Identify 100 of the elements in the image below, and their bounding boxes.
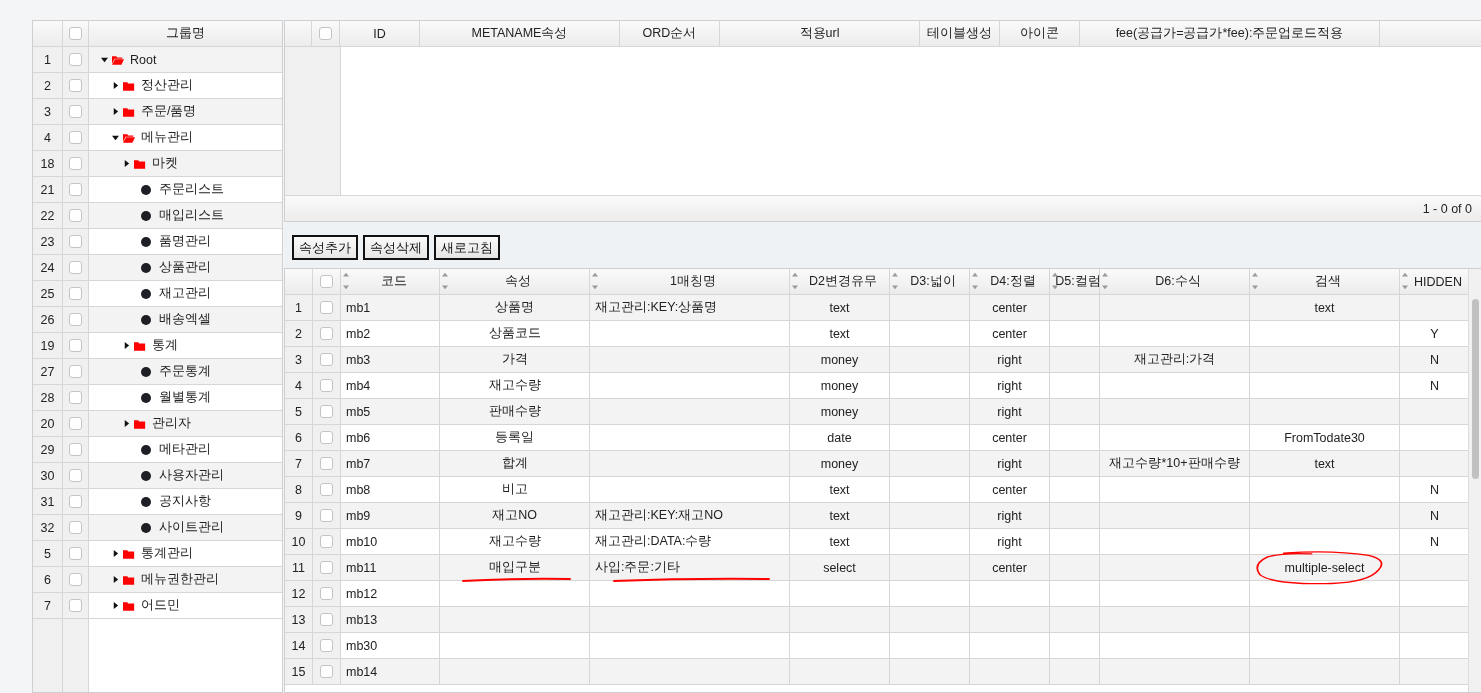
row-checkbox[interactable] [320, 405, 333, 418]
row-checkbox[interactable] [320, 483, 333, 496]
row-checkbox[interactable] [320, 379, 333, 392]
caret-down-icon[interactable] [112, 134, 119, 141]
row-checkbox[interactable] [320, 587, 333, 600]
caret-right-icon[interactable] [123, 420, 130, 427]
row-checkbox[interactable] [69, 469, 82, 482]
sort-arrows-icon[interactable] [1052, 271, 1058, 291]
column-header[interactable]: 그룹명 [89, 21, 282, 46]
row-checkbox[interactable] [320, 613, 333, 626]
row-checkbox[interactable] [69, 573, 82, 586]
tree-item[interactable]: 통계 [152, 337, 178, 354]
toolbar-button[interactable]: 속성삭제 [363, 234, 429, 260]
tree-item[interactable]: 공지사항 [159, 493, 211, 510]
tree-item[interactable]: 품명관리 [159, 233, 211, 250]
row-checkbox[interactable] [69, 443, 82, 456]
select-all-checkbox[interactable] [69, 27, 82, 40]
tree-item[interactable]: 메뉴관리 [141, 129, 193, 146]
row-checkbox[interactable] [320, 665, 333, 678]
sort-arrows-icon[interactable] [592, 271, 598, 291]
row-checkbox[interactable] [69, 261, 82, 274]
vertical-scrollbar[interactable] [1468, 269, 1481, 692]
tree-item[interactable]: 관리자 [152, 415, 191, 432]
row-checkbox[interactable] [320, 535, 333, 548]
sort-arrows-icon[interactable] [892, 271, 898, 291]
tree-item[interactable]: 재고관리 [159, 285, 211, 302]
column-header[interactable]: 코드 [341, 269, 440, 294]
column-header[interactable]: fee(공급가=공급가*fee):주문업로드적용 [1080, 21, 1380, 46]
tree-item[interactable]: 주문리스트 [159, 181, 224, 198]
caret-down-icon[interactable] [101, 56, 108, 63]
row-checkbox[interactable] [69, 53, 82, 66]
caret-right-icon[interactable] [123, 160, 130, 167]
tree-item[interactable]: 주문/품명 [141, 103, 197, 120]
caret-right-icon[interactable] [112, 602, 119, 609]
row-checkbox[interactable] [320, 561, 333, 574]
select-all-checkbox[interactable] [320, 275, 333, 288]
row-checkbox[interactable] [69, 105, 82, 118]
tree-item[interactable]: Root [130, 52, 157, 67]
column-header[interactable]: 테이블생성 [920, 21, 1000, 46]
row-checkbox[interactable] [69, 79, 82, 92]
tree-item[interactable]: 통계관리 [141, 545, 193, 562]
column-header[interactable]: D2변경유무 [790, 269, 890, 294]
select-all-checkbox[interactable] [319, 27, 332, 40]
column-header[interactable]: ID [340, 21, 420, 46]
column-header[interactable]: HIDDEN [1400, 269, 1468, 294]
column-header[interactable]: METANAME속성 [420, 21, 620, 46]
row-checkbox[interactable] [69, 365, 82, 378]
row-checkbox[interactable] [69, 521, 82, 534]
toolbar-button[interactable]: 속성추가 [292, 234, 358, 260]
row-checkbox[interactable] [69, 599, 82, 612]
row-checkbox[interactable] [320, 509, 333, 522]
caret-right-icon[interactable] [123, 342, 130, 349]
row-checkbox[interactable] [69, 417, 82, 430]
row-checkbox[interactable] [69, 495, 82, 508]
column-header[interactable]: 검색 [1250, 269, 1400, 294]
row-checkbox[interactable] [69, 183, 82, 196]
column-header[interactable]: D3:넓이 [890, 269, 970, 294]
row-checkbox[interactable] [69, 287, 82, 300]
column-header[interactable]: 속성 [440, 269, 590, 294]
tree-item[interactable]: 정산관리 [141, 77, 193, 94]
tree-item[interactable]: 주문통계 [159, 363, 211, 380]
row-checkbox[interactable] [320, 327, 333, 340]
row-checkbox[interactable] [69, 157, 82, 170]
row-checkbox[interactable] [320, 353, 333, 366]
row-checkbox[interactable] [320, 431, 333, 444]
row-checkbox[interactable] [69, 391, 82, 404]
tree-item[interactable]: 어드민 [141, 597, 180, 614]
tree-item[interactable]: 마켓 [152, 155, 178, 172]
sort-arrows-icon[interactable] [1102, 271, 1108, 291]
toolbar-button[interactable]: 새로고침 [434, 234, 500, 260]
sort-arrows-icon[interactable] [1252, 271, 1258, 291]
sort-arrows-icon[interactable] [792, 271, 798, 291]
row-checkbox[interactable] [69, 313, 82, 326]
column-header[interactable]: D6:수식 [1100, 269, 1250, 294]
caret-right-icon[interactable] [112, 550, 119, 557]
tree-item[interactable]: 월별통계 [159, 389, 211, 406]
sort-arrows-icon[interactable] [972, 271, 978, 291]
sort-arrows-icon[interactable] [343, 271, 349, 291]
sort-arrows-icon[interactable] [1402, 271, 1408, 291]
row-checkbox[interactable] [69, 547, 82, 560]
row-checkbox[interactable] [69, 339, 82, 352]
column-header[interactable]: D5:컬럼 [1050, 269, 1100, 294]
sort-arrows-icon[interactable] [442, 271, 448, 291]
column-header[interactable]: 아이콘 [1000, 21, 1080, 46]
caret-right-icon[interactable] [112, 108, 119, 115]
row-checkbox[interactable] [320, 639, 333, 652]
column-header[interactable]: D4:정렬 [970, 269, 1050, 294]
row-checkbox[interactable] [320, 457, 333, 470]
row-checkbox[interactable] [69, 131, 82, 144]
row-checkbox[interactable] [69, 209, 82, 222]
caret-right-icon[interactable] [112, 82, 119, 89]
tree-item[interactable]: 상품관리 [159, 259, 211, 276]
row-checkbox[interactable] [320, 301, 333, 314]
tree-item[interactable]: 배송엑셀 [159, 311, 211, 328]
column-header[interactable]: 적용url [720, 21, 920, 46]
column-header[interactable]: ORD순서 [620, 21, 720, 46]
caret-right-icon[interactable] [112, 576, 119, 583]
column-header[interactable]: 1매칭명 [590, 269, 790, 294]
row-checkbox[interactable] [69, 235, 82, 248]
tree-item[interactable]: 메타관리 [159, 441, 211, 458]
